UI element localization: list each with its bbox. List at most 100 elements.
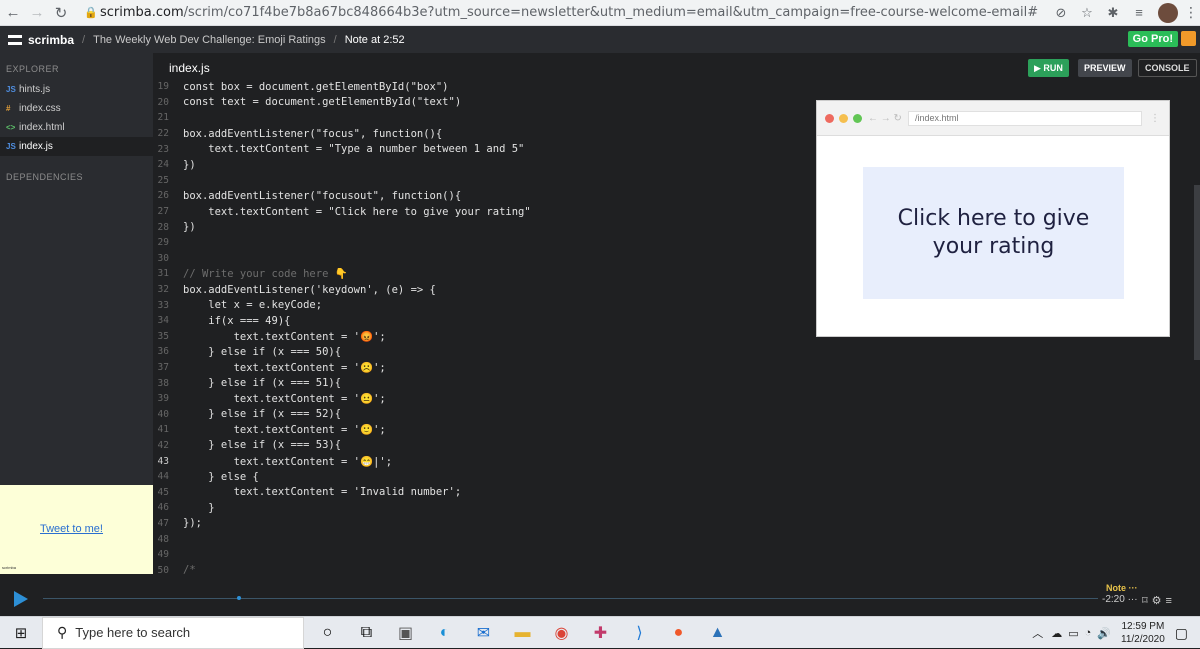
rating-box[interactable]: Click here to give your rating [863, 167, 1124, 299]
file-item-hints-js[interactable]: JS hints.js [0, 80, 153, 99]
code-line[interactable]: 22 box.addEventListener("focus", function… [153, 126, 813, 142]
forward-icon[interactable]: → [26, 4, 48, 21]
code-line[interactable]: 38 } else if (x === 51){ [153, 375, 813, 391]
file-explorer: EXPLORER JS hints.js # index.css <> index.h… [0, 53, 153, 485]
cortana-icon[interactable]: ○ [308, 624, 347, 642]
scrimba-logo[interactable]: scrimba [8, 33, 74, 47]
code-line[interactable]: 36 } else if (x === 50){ [153, 344, 813, 360]
notifications-icon[interactable]: ▢ [1175, 625, 1188, 642]
code-line[interactable]: 40 } else if (x === 52){ [153, 406, 813, 422]
code-line[interactable]: 44 } else { [153, 469, 813, 485]
bookmark-star-icon[interactable]: ☆ [1074, 5, 1100, 21]
wifi-icon[interactable]: ◔ [1085, 627, 1092, 639]
line-code: text.textContent = '😡'; [183, 330, 386, 343]
code-line[interactable]: 21 [153, 110, 813, 126]
menu-lines-icon[interactable]: ≡ [1166, 595, 1176, 607]
address-bar[interactable]: 🔒 scrimba.com/scrim/co71f4be7b8a67bc8486… [84, 2, 1048, 24]
go-pro-button[interactable]: Go Pro! [1127, 31, 1178, 47]
code-line[interactable]: 47}); [153, 516, 813, 532]
code-line[interactable]: 28}) [153, 219, 813, 235]
windows-start-icon[interactable]: ⊞ [0, 624, 42, 642]
tweet-link[interactable]: Tweet to me! [40, 523, 103, 535]
code-line[interactable]: 41 text.textContent = '🙂'; [153, 422, 813, 438]
slack-icon[interactable]: ✚ [581, 623, 620, 643]
preview-window: ← → ↻ /index.html ⋮ Click here to give y… [816, 100, 1170, 337]
camera-off-icon[interactable]: ⊘ [1048, 5, 1074, 21]
brave-icon[interactable]: ● [659, 624, 698, 642]
line-code: } else { [183, 470, 259, 483]
mail-icon[interactable]: ✉ [464, 623, 503, 643]
preview-url-field[interactable]: /index.html [907, 110, 1142, 126]
console-button[interactable]: CONSOLE [1138, 59, 1197, 77]
js-file-icon: JS [6, 142, 16, 151]
chrome-icon[interactable]: ◉ [542, 623, 581, 643]
code-line[interactable]: 29 [153, 235, 813, 251]
reading-list-icon[interactable]: ≡ [1126, 5, 1152, 20]
photos-icon[interactable]: ▲ [698, 624, 737, 642]
show-hidden-icon[interactable]: ︿ [1032, 625, 1043, 641]
code-line[interactable]: 37 text.textContent = '☹️'; [153, 360, 813, 376]
code-editor[interactable]: 19 const box = document.getElementById("b… [153, 79, 813, 594]
preview-menu-icon[interactable]: ⋮ [1150, 113, 1160, 124]
battery-icon[interactable]: ▭ [1068, 627, 1078, 640]
extensions-icon[interactable]: ✱ [1100, 5, 1126, 21]
clock[interactable]: 12:59 PM 11/2/2020 [1121, 620, 1165, 646]
reload-icon[interactable]: ↻ [50, 4, 72, 22]
code-line[interactable]: 19 const box = document.getElementById("b… [153, 79, 813, 95]
account-icon[interactable] [1181, 31, 1196, 46]
menu-icon[interactable]: ⋮ [1184, 4, 1200, 21]
file-item-index-js[interactable]: JS index.js [0, 137, 153, 156]
search-placeholder: Type here to search [75, 625, 191, 640]
breadcrumb-course[interactable]: The Weekly Web Dev Challenge: Emoji Rati… [93, 34, 326, 46]
scrimba-header: scrimba / The Weekly Web Dev Challenge: … [0, 26, 1200, 53]
code-line[interactable]: 49 [153, 547, 813, 563]
bookmark-icon[interactable]: ⌑ [1142, 595, 1152, 607]
code-line[interactable]: 45 text.textContent = 'Invalid number'; [153, 484, 813, 500]
browser-toolbar: ← → ↻ 🔒 scrimba.com/scrim/co71f4be7b8a67… [0, 0, 1200, 26]
code-line[interactable]: 30 [153, 251, 813, 267]
scrollbar[interactable] [1194, 185, 1200, 360]
run-button[interactable]: ▶ RUN [1028, 59, 1069, 77]
profile-avatar[interactable] [1158, 2, 1178, 23]
taskbar-search[interactable]: ⚲ Type here to search [42, 616, 304, 649]
code-line[interactable]: 32 box.addEventListener('keydown', (e) =>… [153, 282, 813, 298]
clock-time: 12:59 PM [1121, 621, 1165, 632]
css-file-icon: # [6, 104, 11, 113]
volume-icon[interactable]: 🔊 [1097, 627, 1111, 640]
code-line[interactable]: 35 text.textContent = '😡'; [153, 329, 813, 345]
code-line[interactable]: 33 let x = e.keyCode; [153, 297, 813, 313]
file-item-index-css[interactable]: # index.css [0, 99, 153, 118]
code-line[interactable]: 43 text.textContent = '😁|'; [153, 453, 813, 469]
vscode-icon[interactable]: ⟩ [620, 623, 659, 643]
code-line[interactable]: 27 text.textContent = "Click here to giv… [153, 204, 813, 220]
code-line[interactable]: 26 box.addEventListener("focusout", funct… [153, 188, 813, 204]
code-line[interactable]: 25 [153, 173, 813, 189]
line-code: if(x === 49){ [183, 314, 291, 327]
file-item-index-html[interactable]: <> index.html [0, 118, 153, 137]
code-line[interactable]: 48 [153, 531, 813, 547]
timeline-track[interactable] [43, 596, 1098, 600]
settings-icon[interactable]: ⚙ [1152, 595, 1166, 607]
code-line[interactable]: 23 text.textContent = "Type a number bet… [153, 141, 813, 157]
edge-icon[interactable]: ◐ [425, 624, 464, 642]
note-marker[interactable]: Note ··· [1106, 583, 1138, 593]
code-line[interactable]: 46 } [153, 500, 813, 516]
task-view-icon[interactable]: ⧉ [347, 624, 386, 642]
code-line[interactable]: 34 if(x === 49){ [153, 313, 813, 329]
code-line[interactable]: 20 const text = document.getElementById("… [153, 95, 813, 111]
play-icon[interactable] [14, 591, 28, 607]
line-number: 20 [157, 96, 169, 108]
store-icon[interactable]: ▣ [386, 623, 425, 643]
cloud-icon[interactable]: ☁ [1051, 627, 1062, 640]
preview-button[interactable]: PREVIEW [1078, 59, 1132, 77]
preview-nav-icon[interactable]: ← → ↻ [868, 113, 902, 124]
back-icon[interactable]: ← [2, 4, 24, 21]
file-explorer-icon[interactable]: ▬ [503, 624, 542, 642]
dependencies-header[interactable]: DEPENDENCIES [0, 156, 153, 198]
code-line[interactable]: 24}) [153, 157, 813, 173]
code-line[interactable]: 39 text.textContent = '😐'; [153, 391, 813, 407]
timeline-playhead[interactable] [237, 596, 241, 600]
code-line[interactable]: 31 // Write your code here 👇 [153, 266, 813, 282]
tab-index-js[interactable]: index.js [169, 61, 210, 75]
code-line[interactable]: 42 } else if (x === 53){ [153, 438, 813, 454]
